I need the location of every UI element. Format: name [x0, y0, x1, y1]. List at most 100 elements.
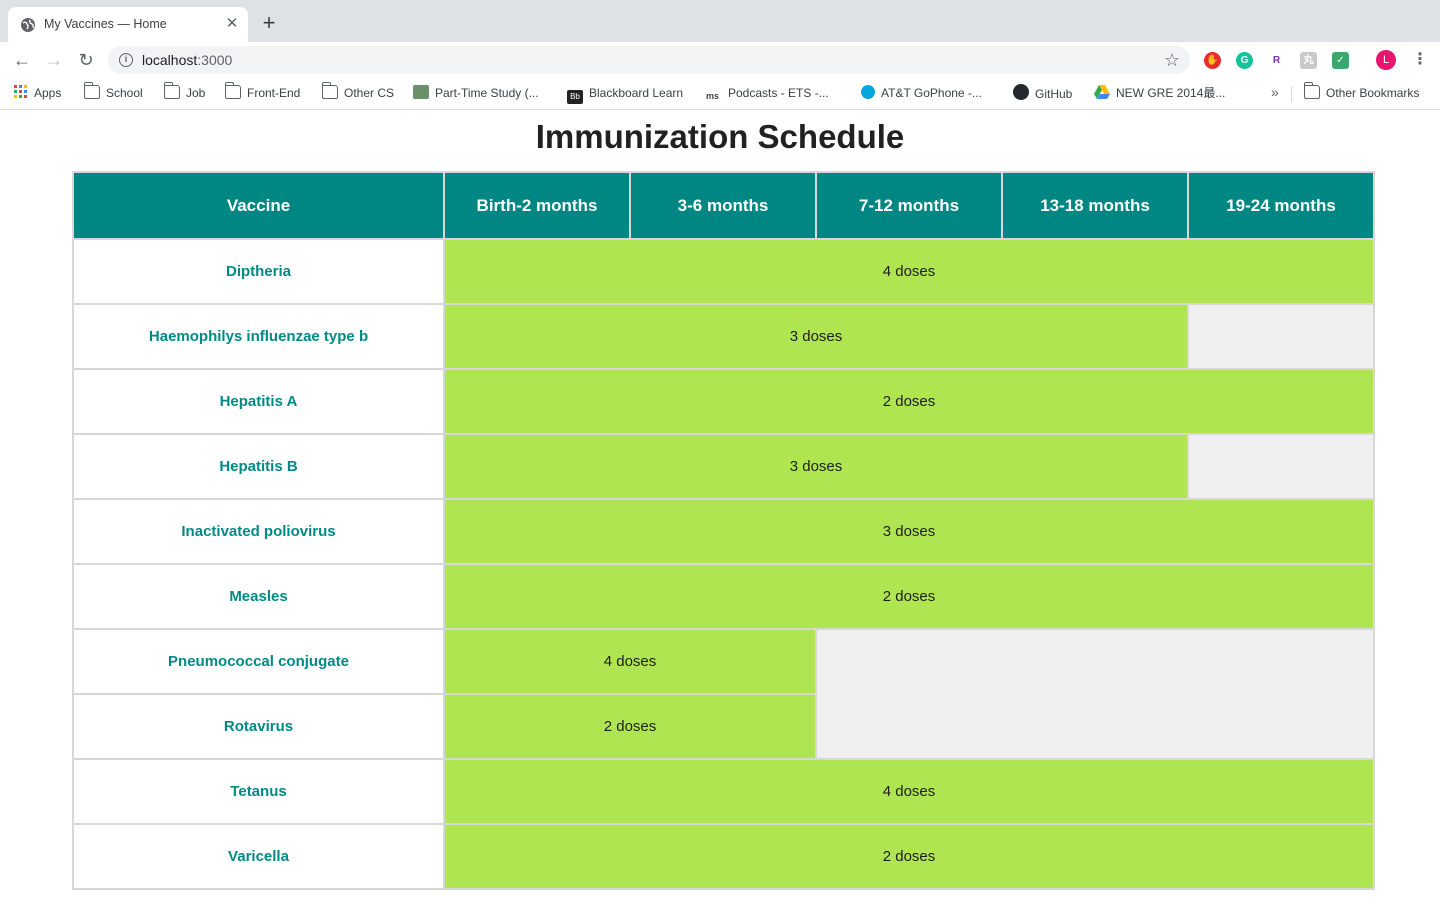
podcast-icon: ms: [706, 91, 720, 101]
empty-cell: [1189, 305, 1373, 368]
vaccine-name: Rotavirus: [74, 695, 443, 758]
dose-span: 2 doses: [445, 825, 1373, 888]
browser-toolbar: ← → ↻ i localhost:3000 ☆ ✋ G R 丸 ✓ L ⋮: [0, 42, 1440, 78]
new-tab-icon[interactable]: +: [258, 12, 280, 34]
r-extension-icon[interactable]: R: [1268, 52, 1285, 69]
url-port: :3000: [197, 52, 233, 68]
dose-span: 2 doses: [445, 565, 1373, 628]
translate-extension-icon[interactable]: 丸: [1300, 52, 1317, 69]
grammarly-extension-icon[interactable]: G: [1236, 52, 1253, 69]
table-row: Hepatitis A 2 doses: [74, 370, 1373, 433]
header-19-24-months: 19-24 months: [1189, 173, 1373, 238]
bookmark-other-label: Other Bookmarks: [1326, 86, 1420, 100]
bookmark-other[interactable]: Other Bookmarks: [1303, 82, 1420, 102]
bookmark-blackboard[interactable]: Bb Blackboard Learn: [567, 84, 684, 104]
bookmarks-bar: Apps School Job Front-End Other CS Part-…: [0, 78, 1440, 110]
kebab-menu-icon[interactable]: ⋮: [1412, 50, 1428, 70]
bookmark-att-label: AT&T GoPhone -...: [881, 86, 982, 100]
bookmark-parttime-label: Part-Time Study (...: [435, 86, 539, 100]
header-7-12-months: 7-12 months: [817, 173, 1001, 238]
dose-span: 4 doses: [445, 240, 1373, 303]
bookmarks-divider: [1291, 86, 1292, 102]
header-13-18-months: 13-18 months: [1003, 173, 1187, 238]
bookmark-gre[interactable]: NEW GRE 2014最...: [1094, 84, 1225, 102]
info-icon[interactable]: i: [119, 53, 133, 67]
header-3-6-months: 3-6 months: [631, 173, 815, 238]
vaccine-name: Inactivated poliovirus: [74, 500, 443, 563]
bookmark-star-icon[interactable]: ☆: [1164, 50, 1180, 71]
folder-icon: [224, 82, 241, 99]
bookmark-frontend[interactable]: Front-End: [224, 82, 301, 102]
github-icon: [1013, 84, 1029, 100]
att-globe-icon: [861, 85, 875, 99]
bookmark-job[interactable]: Job: [163, 82, 206, 102]
dose-span: 3 doses: [445, 435, 1187, 498]
tab-strip: My Vaccines — Home ✕ +: [0, 0, 1440, 42]
forward-arrow-icon[interactable]: →: [44, 50, 64, 70]
back-arrow-icon[interactable]: ←: [12, 50, 32, 70]
folder-icon: [1303, 82, 1320, 99]
vaccine-name: Haemophilys influenzae type b: [74, 305, 443, 368]
dose-span: 3 doses: [445, 305, 1187, 368]
table-row: Hepatitis B 3 doses: [74, 435, 1373, 498]
table-row: Tetanus 4 doses: [74, 760, 1373, 823]
close-tab-icon[interactable]: ✕: [224, 16, 240, 32]
globe-icon: [21, 18, 35, 32]
bookmark-school-label: School: [106, 86, 143, 100]
browser-tab[interactable]: My Vaccines — Home ✕: [8, 7, 248, 42]
bookmark-apps[interactable]: Apps: [14, 84, 61, 102]
immunization-table: Vaccine Birth-2 months 3-6 months 7-12 m…: [72, 171, 1375, 890]
table-row: Varicella 2 doses: [74, 825, 1373, 888]
vaccine-name: Pneumococcal conjugate: [74, 630, 443, 693]
vaccine-name: Diptheria: [74, 240, 443, 303]
table-row: Haemophilys influenzae type b 3 doses: [74, 305, 1373, 368]
bookmark-blackboard-label: Blackboard Learn: [589, 86, 684, 100]
vaccine-name: Measles: [74, 565, 443, 628]
bookmark-othercs[interactable]: Other CS: [321, 82, 395, 102]
table-row: Measles 2 doses: [74, 565, 1373, 628]
bookmark-school[interactable]: School: [83, 82, 143, 102]
table-row: Diptheria 4 doses: [74, 240, 1373, 303]
empty-cell: [817, 630, 1373, 758]
page-title: Immunization Schedule: [535, 118, 905, 155]
google-drive-icon: [1094, 85, 1110, 99]
dose-span: 3 doses: [445, 500, 1373, 563]
bookmark-othercs-label: Other CS: [344, 86, 395, 100]
bookmark-podcasts-label: Podcasts - ETS -...: [728, 86, 829, 100]
blackboard-icon: Bb: [567, 90, 583, 104]
profile-avatar[interactable]: L: [1376, 50, 1396, 70]
adblock-extension-icon[interactable]: ✋: [1204, 52, 1221, 69]
empty-cell: [1189, 435, 1373, 498]
dose-span: 4 doses: [445, 760, 1373, 823]
address-bar[interactable]: i localhost:3000 ☆: [108, 46, 1190, 74]
site-favicon-icon: [413, 85, 429, 99]
header-vaccine: Vaccine: [74, 173, 443, 238]
bookmark-frontend-label: Front-End: [247, 86, 301, 100]
apps-grid-icon: [14, 85, 27, 98]
dose-span: 2 doses: [445, 695, 815, 758]
table-row: Inactivated poliovirus 3 doses: [74, 500, 1373, 563]
url-host: localhost: [142, 52, 198, 68]
dose-span: 2 doses: [445, 370, 1373, 433]
table-header-row: Vaccine Birth-2 months 3-6 months 7-12 m…: [74, 173, 1373, 238]
bookmark-podcasts[interactable]: ms Podcasts - ETS -...: [706, 84, 829, 102]
bookmark-github-label: GitHub: [1035, 87, 1073, 101]
bookmark-job-label: Job: [186, 86, 206, 100]
vaccine-name: Varicella: [74, 825, 443, 888]
vaccine-name: Tetanus: [74, 760, 443, 823]
inbox-extension-icon[interactable]: ✓: [1332, 52, 1349, 69]
reload-icon[interactable]: ↻: [76, 50, 96, 70]
folder-icon: [321, 82, 338, 99]
vaccine-name: Hepatitis B: [74, 435, 443, 498]
folder-icon: [163, 82, 180, 99]
folder-icon: [83, 82, 100, 99]
bookmark-att[interactable]: AT&T GoPhone -...: [861, 84, 982, 102]
more-bookmarks-icon[interactable]: »: [1271, 84, 1279, 100]
url-text: localhost:3000: [142, 52, 232, 68]
bookmark-github[interactable]: GitHub: [1013, 84, 1072, 102]
bookmark-parttime[interactable]: Part-Time Study (...: [413, 84, 539, 102]
dose-span: 4 doses: [445, 630, 815, 693]
bookmark-gre-label: NEW GRE 2014最...: [1116, 86, 1226, 100]
header-birth-2-months: Birth-2 months: [445, 173, 629, 238]
tab-title: My Vaccines — Home: [44, 17, 167, 31]
